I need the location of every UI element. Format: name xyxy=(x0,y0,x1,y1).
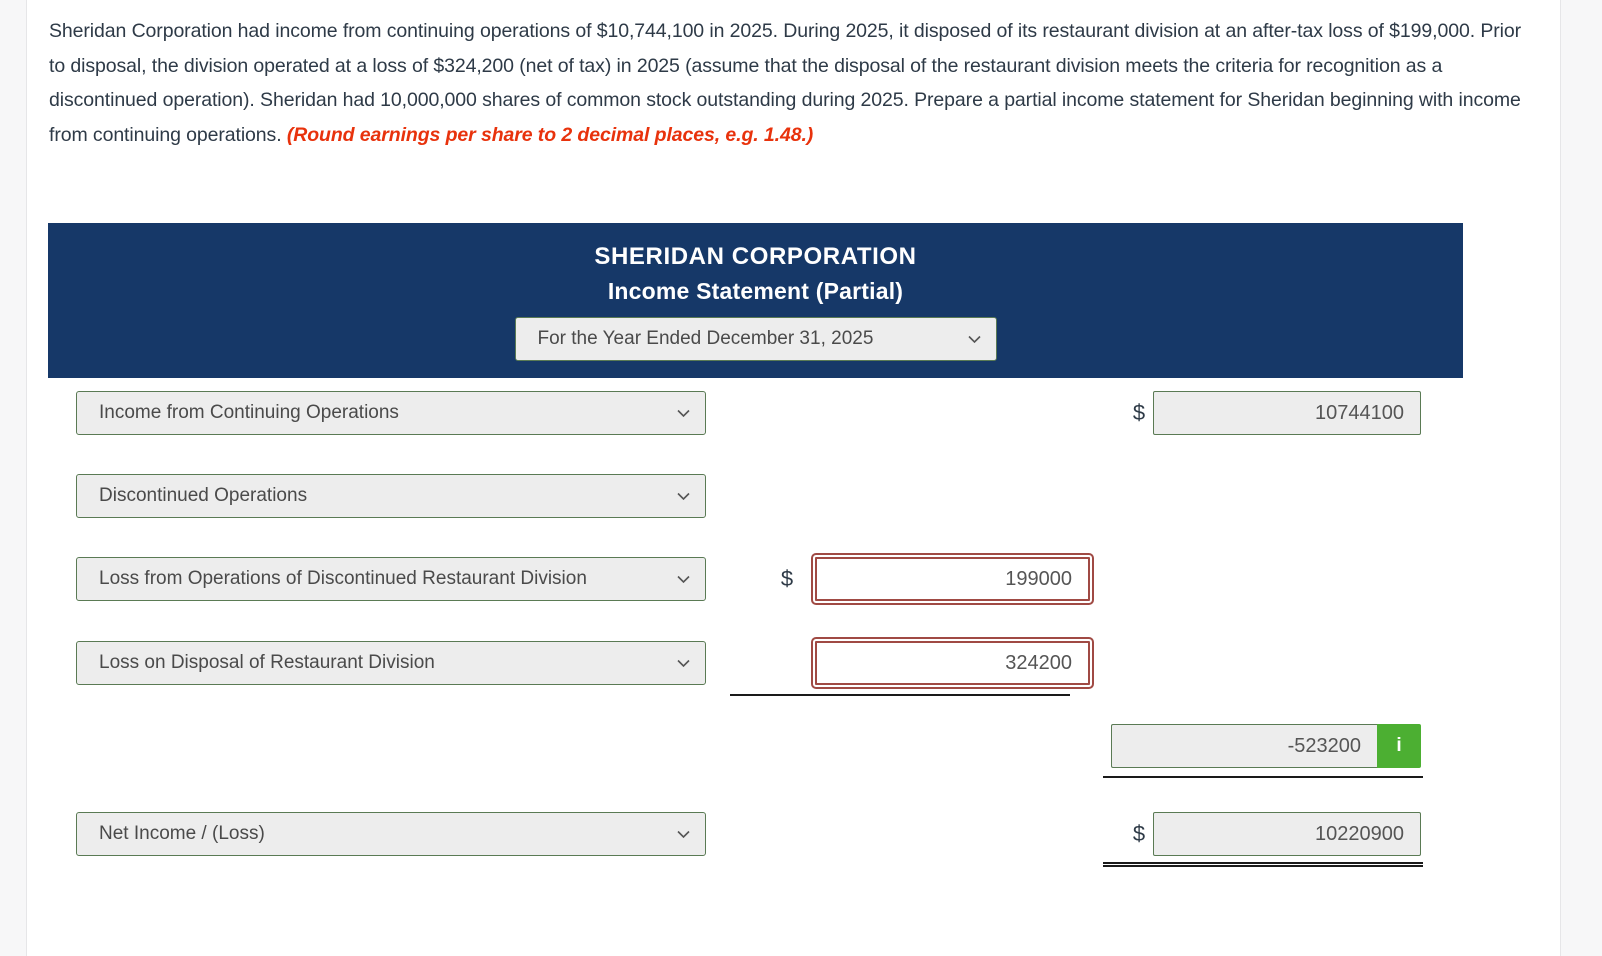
row-label-wrapper: Loss from Operations of Discontinued Res… xyxy=(76,557,706,601)
subtotal-rule-col3 xyxy=(1103,776,1423,778)
amount-input-continuing-operations[interactable]: 10744100 xyxy=(1153,391,1421,435)
row-label-wrapper: Income from Continuing Operations xyxy=(76,391,706,435)
screenshot-root: Sheridan Corporation had income from con… xyxy=(0,0,1602,956)
left-gutter xyxy=(0,0,27,956)
table-row: Net Income / (Loss) $ 10220900 xyxy=(28,812,1560,858)
period-select[interactable]: For the Year Ended December 31, 2025 xyxy=(514,317,997,361)
total-rule-double xyxy=(1103,862,1423,867)
table-row: -523200 i xyxy=(28,724,1560,770)
page-content: Sheridan Corporation had income from con… xyxy=(28,0,1560,956)
table-row: Loss on Disposal of Restaurant Division … xyxy=(28,637,1560,689)
table-row: Discontinued Operations xyxy=(28,474,1560,520)
amount-field-wrapper: 10220900 xyxy=(1153,812,1421,856)
chevron-down-icon xyxy=(675,405,692,422)
row-label-wrapper: Discontinued Operations xyxy=(76,474,706,518)
amount-field-wrapper: 324200 xyxy=(811,637,1094,689)
account-select-2-label: Discontinued Operations xyxy=(99,485,308,506)
problem-statement: Sheridan Corporation had income from con… xyxy=(49,14,1521,152)
amount-field-wrapper: 10744100 xyxy=(1153,391,1421,435)
account-select-3-label: Loss from Operations of Discontinued Res… xyxy=(99,568,587,589)
account-select-3[interactable]: Loss from Operations of Discontinued Res… xyxy=(76,557,706,601)
info-icon[interactable]: i xyxy=(1377,724,1421,768)
amount-input-loss-on-disposal[interactable]: 324200 xyxy=(811,637,1094,689)
amount-field-wrapper: 199000 xyxy=(811,553,1094,605)
statement-title: Income Statement (Partial) xyxy=(607,278,904,304)
account-select-1-label: Income from Continuing Operations xyxy=(99,402,399,423)
currency-symbol: $ xyxy=(1132,821,1146,846)
chevron-down-icon xyxy=(675,571,692,588)
account-select-2[interactable]: Discontinued Operations xyxy=(76,474,706,518)
subtotal-field-wrapper: -523200 i xyxy=(1111,724,1421,768)
row-label-wrapper: Net Income / (Loss) xyxy=(76,812,706,856)
currency-symbol: $ xyxy=(780,566,794,591)
account-select-4-label: Loss on Disposal of Restaurant Division xyxy=(99,652,435,673)
account-select-5-label: Net Income / (Loss) xyxy=(99,823,265,844)
amount-input-loss-from-operations[interactable]: 199000 xyxy=(811,553,1094,605)
chevron-down-icon xyxy=(675,826,692,843)
account-select-5[interactable]: Net Income / (Loss) xyxy=(76,812,706,856)
company-name: SHERIDAN CORPORATION xyxy=(594,243,917,270)
period-select-label: For the Year Ended December 31, 2025 xyxy=(537,328,874,349)
table-row: Income from Continuing Operations $ 1074… xyxy=(28,391,1560,437)
account-select-1[interactable]: Income from Continuing Operations xyxy=(76,391,706,435)
chevron-down-icon xyxy=(675,488,692,505)
right-gutter xyxy=(1560,0,1602,956)
amount-input-net-income[interactable]: 10220900 xyxy=(1153,812,1421,856)
account-select-4[interactable]: Loss on Disposal of Restaurant Division xyxy=(76,641,706,685)
table-row: Loss from Operations of Discontinued Res… xyxy=(28,553,1560,605)
row-label-wrapper: Loss on Disposal of Restaurant Division xyxy=(76,641,706,685)
currency-symbol: $ xyxy=(1132,400,1146,425)
chevron-down-icon xyxy=(675,655,692,672)
statement-header: SHERIDAN CORPORATION Income Statement (P… xyxy=(48,223,1463,378)
subtotal-rule-col2 xyxy=(730,694,1070,696)
problem-hint: (Round earnings per share to 2 decimal p… xyxy=(286,123,814,146)
chevron-down-icon xyxy=(966,331,983,348)
amount-input-discontinued-total[interactable]: -523200 xyxy=(1111,724,1377,768)
